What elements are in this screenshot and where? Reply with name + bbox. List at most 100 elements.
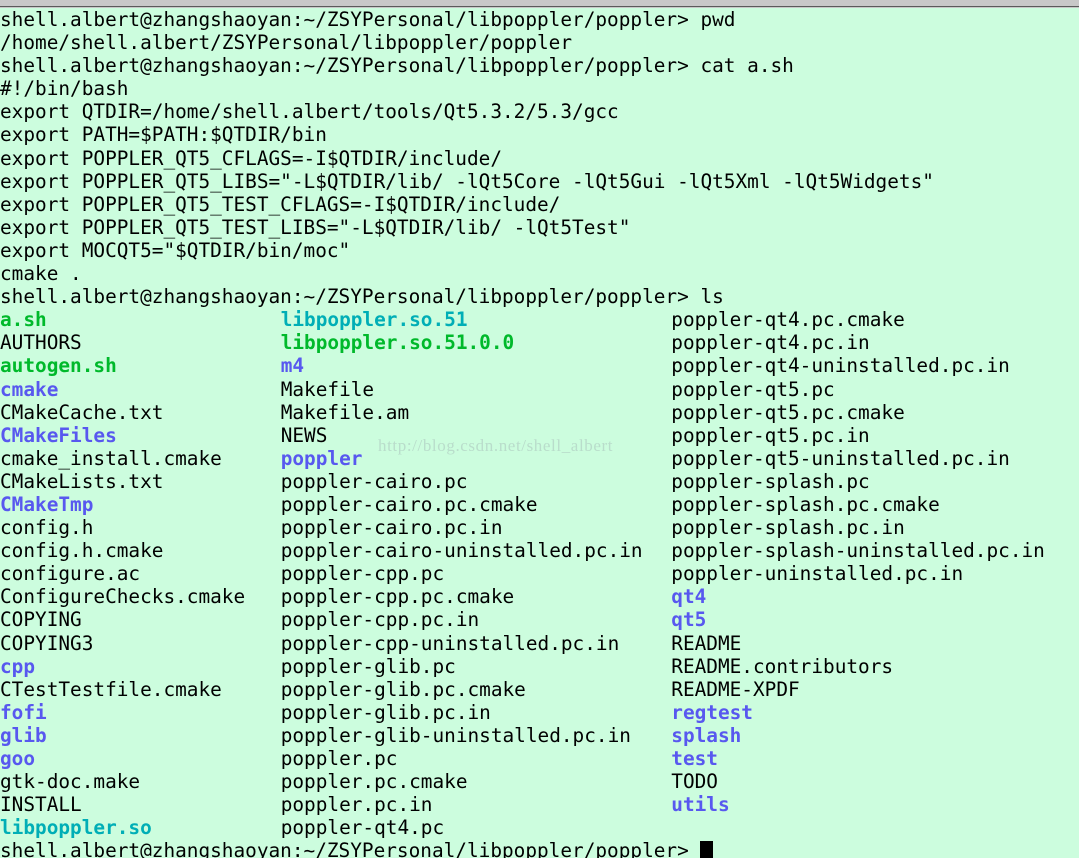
output-line-cat-3: export POPPLER_QT5_CFLAGS=-I$QTDIR/inclu… xyxy=(0,147,1079,170)
command-line-ls: shell.albert@zhangshaoyan:~/ZSYPersonal/… xyxy=(0,285,1079,308)
ls-entry-default: poppler-splash.pc xyxy=(671,469,870,493)
text-cursor[interactable] xyxy=(700,841,713,858)
ls-entry-default: poppler-splash.pc.cmake xyxy=(671,492,940,516)
ls-entry-default: config.h xyxy=(0,516,94,540)
command-text: pwd xyxy=(688,8,736,31)
ls-entry-default: configure.ac xyxy=(0,562,141,586)
ls-entry-directory: regtest xyxy=(671,700,753,724)
ls-entry-directory: goo xyxy=(0,747,36,770)
command-text: ls xyxy=(688,285,724,309)
ls-row: AUTHORS libpoppler.so.51.0.0 poppler-qt4.p… xyxy=(0,331,1079,354)
script-line: export POPPLER_QT5_LIBS="-L$QTDIR/lib/ -… xyxy=(0,169,934,193)
script-line: #!/bin/bash xyxy=(0,77,129,101)
ls-row: CMakeFiles NEWS poppler-qt5.pc.in xyxy=(0,424,1079,447)
ls-entry-default: poppler-qt4-uninstalled.pc.in xyxy=(671,354,1010,378)
output-line-cat-4: export POPPLER_QT5_LIBS="-L$QTDIR/lib/ -… xyxy=(0,170,1079,193)
ls-entry-executable: a.sh xyxy=(0,308,47,332)
ls-row: fofi poppler-glib.pc.in regtest xyxy=(0,701,1079,724)
shell-prompt: shell.albert@zhangshaoyan:~/ZSYPersonal/… xyxy=(0,54,689,78)
shell-prompt: shell.albert@zhangshaoyan:~/ZSYPersonal/… xyxy=(0,285,689,309)
shell-prompt: shell.albert@zhangshaoyan:~/ZSYPersonal/… xyxy=(0,8,689,31)
ls-entry-default: README-XPDF xyxy=(671,677,800,701)
command-text: cat a.sh xyxy=(688,54,794,78)
output-line-cat-6: export POPPLER_QT5_TEST_LIBS="-L$QTDIR/l… xyxy=(0,216,1079,239)
ls-entry-symlink: libpoppler.so.51 xyxy=(280,308,468,332)
ls-entry-default: CTestTestfile.cmake xyxy=(0,677,222,701)
ls-entry-default: poppler-cairo.pc xyxy=(280,469,468,493)
ls-entry-symlink: libpoppler.so xyxy=(0,816,152,840)
ls-entry-default: poppler-splash-uninstalled.pc.in xyxy=(671,539,1045,563)
ls-entry-default: poppler-qt5-uninstalled.pc.in xyxy=(671,446,1010,470)
ls-entry-default: AUTHORS xyxy=(0,331,82,355)
ls-entry-default: poppler-glib.pc xyxy=(280,654,456,678)
ls-entry-default: poppler-glib-uninstalled.pc.in xyxy=(280,723,631,747)
ls-entry-default: poppler-uninstalled.pc.in xyxy=(671,562,964,586)
ls-entry-directory: qt4 xyxy=(671,585,707,609)
ls-entry-default: TODO xyxy=(671,770,718,794)
ls-entry-directory: utils xyxy=(671,793,730,817)
ls-row: cmake_install.cmake poppler poppler-qt5-un… xyxy=(0,447,1079,470)
script-line: export POPPLER_QT5_TEST_CFLAGS=-I$QTDIR/… xyxy=(0,192,561,216)
output-line-cat-8: cmake . xyxy=(0,262,1079,285)
ls-row: ConfigureChecks.cmake poppler-cpp.pc.cmak… xyxy=(0,585,1079,608)
terminal-screen[interactable]: http://blog.csdn.net/shell_albert shell.… xyxy=(0,8,1079,858)
ls-entry-default: poppler.pc.cmake xyxy=(280,770,468,794)
ls-entry-default: NEWS xyxy=(280,423,328,447)
ls-entry-default: poppler-qt4.pc.in xyxy=(671,331,870,355)
ls-entry-default: poppler-cpp.pc xyxy=(280,562,445,586)
ls-entry-default: poppler-qt5.pc.in xyxy=(671,423,870,447)
terminal-window: http://blog.csdn.net/shell_albert shell.… xyxy=(0,0,1079,858)
ls-entry-default: poppler-cairo.pc.cmake xyxy=(280,492,538,516)
ls-entry-default: CMakeCache.txt xyxy=(0,400,164,424)
ls-entry-default: poppler-cairo-uninstalled.pc.in xyxy=(280,539,643,563)
ls-entry-default: COPYING3 xyxy=(0,631,94,655)
ls-row: goo poppler.pc test xyxy=(0,747,1079,770)
output-line-cat-0: #!/bin/bash xyxy=(0,77,1079,100)
ls-entry-directory: cmake xyxy=(0,377,59,401)
script-line: export POPPLER_QT5_TEST_LIBS="-L$QTDIR/l… xyxy=(0,215,631,239)
ls-entry-default: poppler-glib.pc.in xyxy=(280,700,491,724)
ls-row: config.h.cmake poppler-cairo-uninstalled.… xyxy=(0,539,1079,562)
ls-entry-default: poppler-cpp-uninstalled.pc.in xyxy=(280,631,620,655)
script-line: export QTDIR=/home/shell.albert/tools/Qt… xyxy=(0,100,619,124)
script-line: export PATH=$PATH:$QTDIR/bin xyxy=(0,123,327,147)
ls-row: a.sh libpoppler.so.51 poppler-qt4.pc.cmake xyxy=(0,308,1079,331)
ls-entry-default: poppler-qt5.pc.cmake xyxy=(671,400,905,424)
ls-entry-directory: fofi xyxy=(0,700,47,724)
ls-entry-directory: CMakeFiles xyxy=(0,423,117,447)
ls-row: cmake Makefile poppler-qt5.pc xyxy=(0,378,1079,401)
ls-row: COPYING poppler-cpp.pc.in qt5 xyxy=(0,608,1079,631)
ls-entry-default: poppler-cpp.pc.in xyxy=(280,608,480,632)
ls-entry-default: poppler-cairo.pc.in xyxy=(280,516,503,540)
ls-row: CTestTestfile.cmake poppler-glib.pc.cmake… xyxy=(0,678,1079,701)
output-line-pwd: /home/shell.albert/ZSYPersonal/libpopple… xyxy=(0,31,1079,54)
ls-entry-directory: test xyxy=(671,747,718,770)
ls-entry-default: Makefile xyxy=(280,377,375,401)
ls-entry-default: ConfigureChecks.cmake xyxy=(0,585,246,609)
ls-entry-directory: CMakeTmp xyxy=(0,492,94,516)
ls-entry-default: poppler-qt4.pc xyxy=(280,816,445,840)
ls-entry-directory: m4 xyxy=(280,354,305,378)
output-line-cat-2: export PATH=$PATH:$QTDIR/bin xyxy=(0,123,1079,146)
script-line: export POPPLER_QT5_CFLAGS=-I$QTDIR/inclu… xyxy=(0,146,502,170)
ls-row: INSTALL poppler.pc.in utils xyxy=(0,793,1079,816)
command-line-pwd: shell.albert@zhangshaoyan:~/ZSYPersonal/… xyxy=(0,8,1079,31)
ls-row: autogen.sh m4 poppler-qt4-uninstalled.pc.i… xyxy=(0,354,1079,377)
ls-row: configure.ac poppler-cpp.pc poppler-uninst… xyxy=(0,562,1079,585)
ls-entry-default: config.h.cmake xyxy=(0,539,164,563)
shell-prompt: shell.albert@zhangshaoyan:~/ZSYPersonal/… xyxy=(0,839,701,858)
script-line: cmake . xyxy=(0,262,82,286)
ls-row: glib poppler-glib-uninstalled.pc.in splash xyxy=(0,724,1079,747)
ls-entry-default: CMakeLists.txt xyxy=(0,469,164,493)
ls-row: CMakeLists.txt poppler-cairo.pc poppler-sp… xyxy=(0,470,1079,493)
command-line-cat: shell.albert@zhangshaoyan:~/ZSYPersonal/… xyxy=(0,54,1079,77)
ls-entry-default: poppler-qt5.pc xyxy=(671,377,835,401)
ls-row: CMakeTmp poppler-cairo.pc.cmake poppler-sp… xyxy=(0,493,1079,516)
terminal-titlebar xyxy=(0,0,1079,7)
output-line-cat-7: export MOCQT5="$QTDIR/bin/moc" xyxy=(0,239,1079,262)
ls-entry-default: poppler.pc.in xyxy=(280,793,433,817)
ls-entry-default: README xyxy=(671,631,742,655)
ls-entry-default: poppler-qt4.pc.cmake xyxy=(671,308,905,332)
ls-row: config.h poppler-cairo.pc.in poppler-splas… xyxy=(0,516,1079,539)
ls-entry-default: gtk-doc.make xyxy=(0,770,141,794)
